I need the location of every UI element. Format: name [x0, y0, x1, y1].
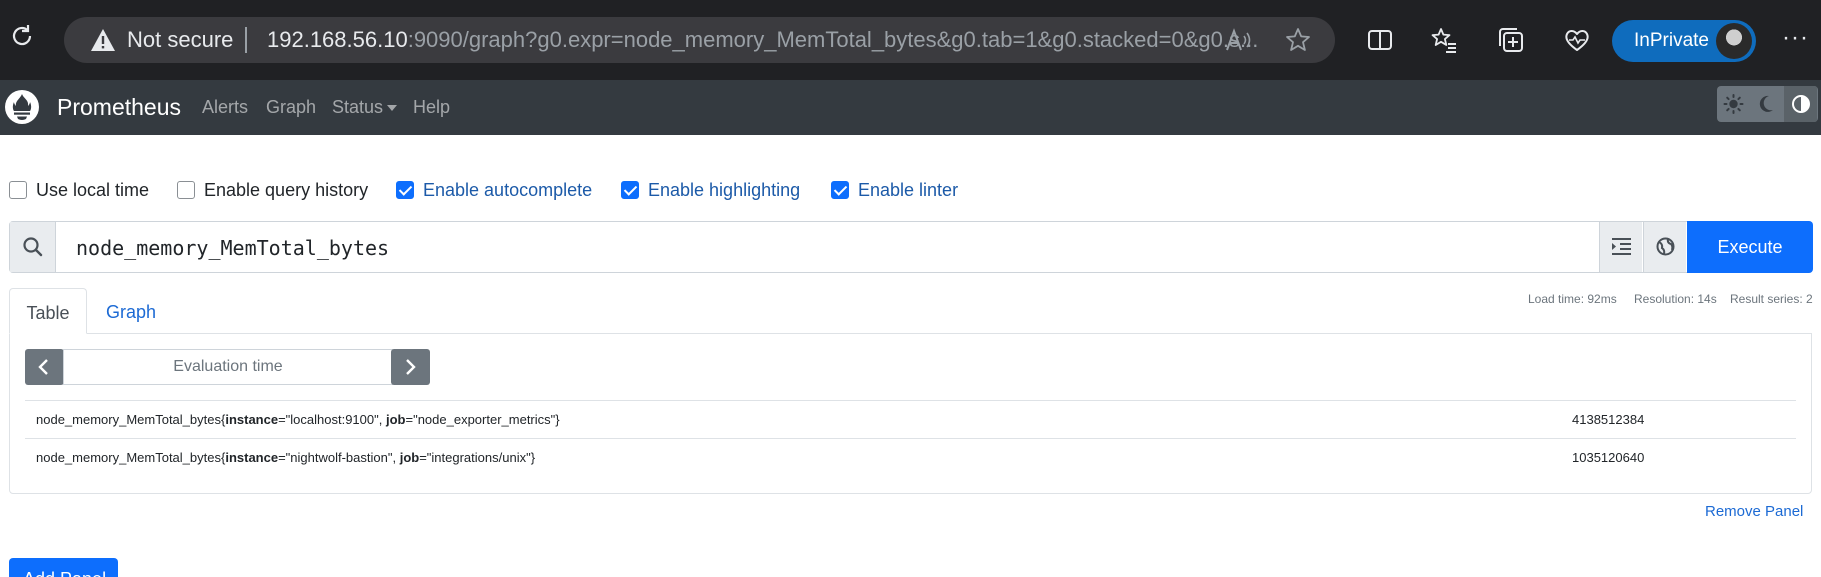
label-name: job: [385, 412, 406, 427]
prometheus-logo-icon[interactable]: [4, 89, 40, 125]
theme-switcher: [1717, 86, 1818, 122]
search-icon: [23, 237, 43, 257]
theme-auto-button[interactable]: [1784, 86, 1817, 122]
indent-icon: [1612, 238, 1631, 255]
theme-dark-button[interactable]: [1750, 86, 1783, 122]
chevron-right-icon: [406, 359, 416, 375]
label-name: instance: [225, 412, 279, 427]
brand-title[interactable]: Prometheus: [57, 94, 181, 121]
series-name: node_memory_MemTotal_bytes{instance="loc…: [36, 412, 560, 427]
favorites-icon[interactable]: [1430, 26, 1458, 54]
nav-help[interactable]: Help: [413, 97, 450, 118]
table-row: node_memory_MemTotal_bytes{instance="loc…: [25, 400, 1796, 438]
metric-name: node_memory_MemTotal_bytes: [36, 450, 221, 465]
inprivate-badge[interactable]: InPrivate: [1612, 20, 1756, 62]
split-screen-icon[interactable]: [1366, 26, 1394, 54]
label-name: job: [399, 450, 420, 465]
search-button[interactable]: [10, 222, 56, 272]
evaluation-time-input[interactable]: Evaluation time: [63, 349, 393, 385]
label-value: "integrations/unix": [426, 450, 531, 465]
inprivate-label: InPrivate: [1634, 30, 1709, 51]
address-bar[interactable]: Not secure 192.168.56.10:9090/graph?g0.e…: [64, 17, 1335, 63]
chevron-down-icon: [387, 105, 398, 112]
label-enable-query-history[interactable]: Enable query history: [204, 180, 368, 201]
checkbox-use-local-time[interactable]: [9, 181, 27, 199]
checkbox-enable-highlighting[interactable]: [621, 181, 639, 199]
address-divider: [245, 27, 247, 53]
label-name: instance: [225, 450, 279, 465]
metric-name: node_memory_MemTotal_bytes: [36, 412, 221, 427]
more-menu-icon[interactable]: ···: [1782, 26, 1809, 50]
theme-light-button[interactable]: [1717, 86, 1750, 122]
url-path: :9090/graph?g0.expr=node_memory_MemTotal…: [407, 28, 1259, 52]
prometheus-navbar: Prometheus Alerts Graph Status Help: [0, 80, 1821, 135]
next-time-button[interactable]: [391, 349, 430, 385]
nav-graph[interactable]: Graph: [266, 97, 316, 118]
collections-icon[interactable]: [1497, 26, 1525, 54]
tab-graph[interactable]: Graph: [106, 288, 156, 334]
refresh-icon[interactable]: [8, 22, 36, 50]
load-time: Load time: 92ms: [1528, 292, 1617, 306]
execute-button[interactable]: Execute: [1687, 221, 1813, 273]
table-row: node_memory_MemTotal_bytes{instance="nig…: [25, 438, 1796, 476]
result-series: Result series: 2: [1730, 292, 1813, 306]
label-value: "localhost:9100": [285, 412, 379, 427]
expression-input-group: node_memory_MemTotal_bytes Execute: [9, 221, 1813, 273]
read-aloud-icon[interactable]: [1225, 28, 1251, 52]
url-text[interactable]: 192.168.56.10:9090/graph?g0.expr=node_me…: [267, 28, 1267, 52]
evaluation-time-control: Evaluation time: [25, 349, 430, 385]
remove-panel-link[interactable]: Remove Panel: [1705, 503, 1803, 520]
label-enable-autocomplete[interactable]: Enable autocomplete: [423, 180, 592, 201]
series-name: node_memory_MemTotal_bytes{instance="nig…: [36, 450, 536, 465]
nav-status-label: Status: [332, 97, 384, 117]
profile-avatar[interactable]: [1716, 23, 1752, 59]
label-use-local-time[interactable]: Use local time: [36, 180, 149, 201]
contrast-icon: [1792, 95, 1810, 113]
moon-icon: [1759, 95, 1773, 112]
nav-alerts[interactable]: Alerts: [202, 97, 248, 118]
browser-essentials-icon[interactable]: [1563, 26, 1591, 54]
expression-input[interactable]: node_memory_MemTotal_bytes: [76, 236, 389, 260]
favorite-star-icon[interactable]: [1285, 27, 1311, 53]
label-value: "nightwolf-bastion": [285, 450, 393, 465]
chevron-left-icon: [38, 359, 48, 375]
series-value: 4138512384: [1572, 412, 1645, 427]
metrics-explorer-button[interactable]: [1643, 222, 1686, 272]
label-enable-linter[interactable]: Enable linter: [858, 180, 958, 201]
sun-icon: [1723, 94, 1744, 114]
browser-toolbar: Not secure 192.168.56.10:9090/graph?g0.e…: [0, 0, 1821, 80]
format-expression-button[interactable]: [1599, 222, 1642, 272]
checkbox-enable-linter[interactable]: [831, 181, 849, 199]
add-panel-button[interactable]: Add Panel: [9, 558, 118, 577]
url-host: 192.168.56.10: [267, 28, 408, 52]
nav-status[interactable]: Status: [332, 97, 398, 118]
warning-icon[interactable]: [90, 28, 116, 52]
globe-icon: [1656, 237, 1675, 256]
series-value: 1035120640: [1572, 450, 1645, 465]
checkbox-enable-autocomplete[interactable]: [396, 181, 414, 199]
previous-time-button[interactable]: [25, 349, 64, 385]
resolution: Resolution: 14s: [1634, 292, 1717, 306]
tab-table[interactable]: Table: [9, 288, 87, 334]
checkbox-enable-query-history[interactable]: [177, 181, 195, 199]
label-enable-highlighting[interactable]: Enable highlighting: [648, 180, 800, 201]
label-value: "node_exporter_metrics": [413, 412, 556, 427]
security-status[interactable]: Not secure: [127, 28, 233, 52]
